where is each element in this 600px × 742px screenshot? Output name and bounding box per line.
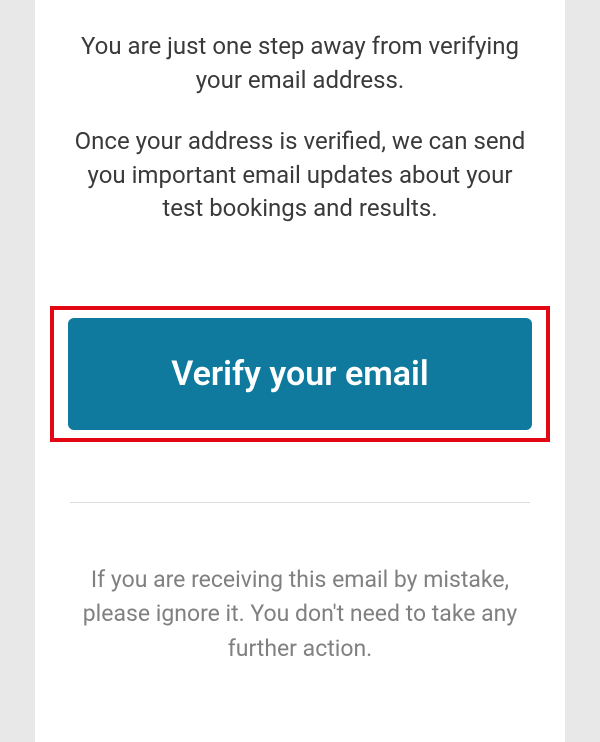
button-highlight-frame: Verify your email <box>50 306 550 442</box>
footer-disclaimer: If you are receiving this email by mista… <box>70 563 530 667</box>
detail-text: Once your address is verified, we can se… <box>70 125 530 226</box>
email-card: You are just one step away from verifyin… <box>35 0 565 742</box>
divider <box>70 502 530 503</box>
intro-text: You are just one step away from verifyin… <box>70 30 530 97</box>
verify-email-button[interactable]: Verify your email <box>68 318 532 430</box>
